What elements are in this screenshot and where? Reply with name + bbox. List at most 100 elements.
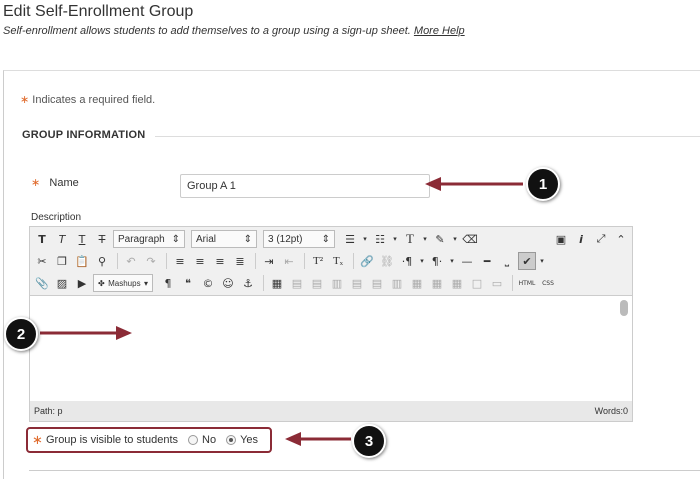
horizontal-line-icon[interactable]: ━ <box>478 252 496 270</box>
align-left-icon[interactable]: ≡ <box>171 252 189 270</box>
paragraph-select[interactable]: Paragraph ⇕ <box>113 230 185 248</box>
redo-icon[interactable]: ↷ <box>142 252 160 270</box>
dropdown-arrow-icon[interactable]: ▾ <box>391 230 399 248</box>
row-props-icon[interactable]: ▤ <box>308 274 326 292</box>
radio-no[interactable] <box>188 435 199 445</box>
bullet-list-icon[interactable]: ☰ <box>341 230 359 248</box>
delete-row-icon[interactable]: ▥ <box>388 274 406 292</box>
quote-icon[interactable]: ❝ <box>179 274 197 292</box>
copy-icon[interactable]: ❐ <box>53 252 71 270</box>
spellcheck-icon[interactable]: ✔ <box>518 252 536 270</box>
merge-cells-icon[interactable]: ▭ <box>488 274 506 292</box>
align-center-icon[interactable]: ≡ <box>191 252 209 270</box>
size-select-value: 3 (12pt) <box>268 233 303 245</box>
description-editor: T T T T Paragraph ⇕ Arial ⇕ 3 (12pt) ⇕ ☰ ▾ … <box>29 226 633 422</box>
rtl-icon[interactable]: ¶· <box>428 252 446 270</box>
callout-badge-2: 2 <box>4 317 38 351</box>
editor-status-bar: Path: p Words:0 <box>30 401 632 421</box>
undo-icon[interactable]: ↶ <box>122 252 140 270</box>
name-label-text: Name <box>49 177 79 189</box>
html-source-icon[interactable]: HTML <box>517 274 537 292</box>
find-icon[interactable]: ⚲ <box>93 252 111 270</box>
table-props-icon[interactable]: ▤ <box>288 274 306 292</box>
dropdown-arrow-icon[interactable]: ▾ <box>451 230 459 248</box>
name-field[interactable] <box>180 174 430 198</box>
bottom-divider <box>29 470 700 471</box>
description-textarea[interactable] <box>30 295 632 401</box>
nonbreaking-space-icon[interactable]: ⎵ <box>498 252 516 270</box>
insert-row-before-icon[interactable]: ▤ <box>348 274 366 292</box>
numbered-list-icon[interactable]: ☷ <box>371 230 389 248</box>
size-select[interactable]: 3 (12pt) ⇕ <box>263 230 335 248</box>
callout-arrow-1 <box>425 177 523 191</box>
italic-icon[interactable]: T <box>53 230 71 248</box>
radio-no-label: No <box>202 434 217 446</box>
radio-yes[interactable] <box>226 435 237 445</box>
mashups-select[interactable]: ✤ Mashups ▾ <box>93 274 153 292</box>
text-color-icon[interactable]: T <box>401 230 419 248</box>
split-cells-icon[interactable]: □ <box>468 274 486 292</box>
underline-icon[interactable]: T <box>73 230 91 248</box>
visibility-row: ∗ Group is visible to students No Yes <box>26 427 272 453</box>
callout-arrow-3 <box>285 432 351 446</box>
required-note: ∗ Indicates a required field. <box>20 93 155 106</box>
callout-arrow-2 <box>40 326 132 340</box>
insert-col-before-icon[interactable]: ▦ <box>408 274 426 292</box>
dropdown-arrow-icon[interactable]: ▾ <box>538 252 546 270</box>
more-help-link[interactable]: More Help <box>414 25 465 37</box>
cell-props-icon[interactable]: ▥ <box>328 274 346 292</box>
cut-icon[interactable]: ✂ <box>33 252 51 270</box>
preview-icon[interactable]: ▣ <box>552 230 570 248</box>
align-right-icon[interactable]: ≡ <box>211 252 229 270</box>
indent-icon[interactable]: ⇥ <box>260 252 278 270</box>
paste-icon[interactable]: 📋 <box>73 252 91 270</box>
path-indicator: Path: p <box>34 406 63 416</box>
unlink-icon[interactable]: ⛓ <box>378 252 396 270</box>
ltr-icon[interactable]: ·¶ <box>398 252 416 270</box>
media-icon[interactable]: ▶ <box>73 274 91 292</box>
description-label: Description <box>31 212 82 223</box>
scrollbar-thumb[interactable] <box>620 300 628 316</box>
name-label: ∗ Name <box>31 176 79 189</box>
mashups-label: Mashups <box>108 278 141 288</box>
delete-col-icon[interactable]: ▦ <box>448 274 466 292</box>
superscript-icon[interactable]: T² <box>309 252 327 270</box>
font-select[interactable]: Arial ⇕ <box>191 230 257 248</box>
eraser-icon[interactable]: ⌫ <box>461 230 479 248</box>
subscript-icon[interactable]: Tₓ <box>329 252 347 270</box>
copyright-icon[interactable]: © <box>199 274 217 292</box>
anchor-icon[interactable]: ⚓ <box>239 274 257 292</box>
table-icon[interactable]: ▦ <box>268 274 286 292</box>
collapse-icon[interactable]: ⌃ <box>612 230 630 248</box>
insert-row-after-icon[interactable]: ▤ <box>368 274 386 292</box>
paragraph-select-value: Paragraph <box>118 233 165 245</box>
image-icon[interactable]: ▨ <box>53 274 71 292</box>
dropdown-arrow-icon[interactable]: ▾ <box>361 230 369 248</box>
radio-yes-label: Yes <box>240 434 259 446</box>
toolbar-row-2: ✂ ❐ 📋 ⚲ ↶ ↷ ≡ ≡ ≡ ≣ ⇥ ⇤ T² Tₓ 🔗 ⛓ ·¶ ▾ ¶… <box>30 250 632 272</box>
info-icon[interactable]: i <box>572 230 590 248</box>
paragraph-mark-icon[interactable]: ¶ <box>159 274 177 292</box>
bold-icon[interactable]: T <box>33 230 51 248</box>
updown-icon: ⇕ <box>243 233 252 245</box>
required-note-text: Indicates a required field. <box>32 94 156 106</box>
section-title: GROUP INFORMATION <box>22 129 146 141</box>
outdent-icon[interactable]: ⇤ <box>280 252 298 270</box>
required-star-icon: ∗ <box>32 432 43 447</box>
updown-icon: ⇕ <box>321 233 330 245</box>
fullscreen-icon[interactable]: ⤢ <box>592 230 610 248</box>
dropdown-arrow-icon[interactable]: ▾ <box>421 230 429 248</box>
intro-text: Self-enrollment allows students to add t… <box>3 25 411 37</box>
strikethrough-icon[interactable]: T <box>93 230 111 248</box>
link-icon[interactable]: 🔗 <box>358 252 376 270</box>
emoticon-icon[interactable]: ☺ <box>219 274 237 292</box>
horizontal-rule-icon[interactable]: — <box>458 252 476 270</box>
insert-col-after-icon[interactable]: ▦ <box>428 274 446 292</box>
justify-icon[interactable]: ≣ <box>231 252 249 270</box>
dropdown-arrow-icon: ▾ <box>143 278 148 288</box>
highlight-icon[interactable]: ✎ <box>431 230 449 248</box>
dropdown-arrow-icon[interactable]: ▾ <box>418 252 426 270</box>
css-icon[interactable]: CSS <box>539 274 557 292</box>
dropdown-arrow-icon[interactable]: ▾ <box>448 252 456 270</box>
attachment-icon[interactable]: 📎 <box>33 274 51 292</box>
